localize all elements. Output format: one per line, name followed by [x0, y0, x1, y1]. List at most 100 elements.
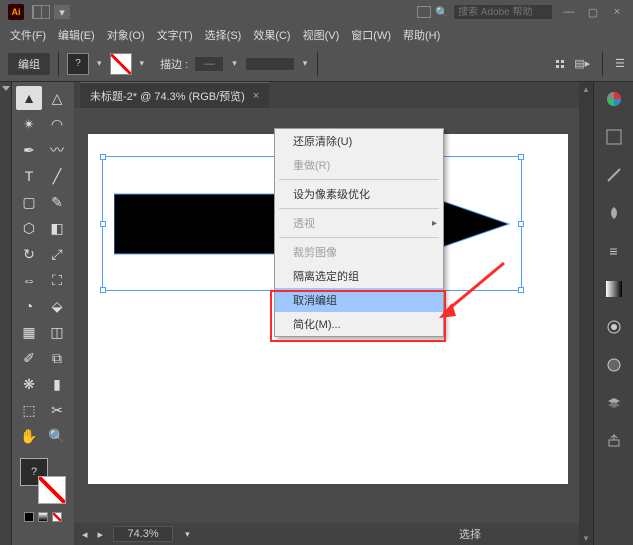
stroke-swatch[interactable]: [110, 53, 132, 75]
zoom-dropdown[interactable]: ▾: [183, 529, 192, 540]
title-bar: Ai ▾ 🔍 — ▢ ×: [0, 0, 633, 24]
align-panel-icon[interactable]: ▤▸: [574, 57, 590, 70]
document-tab[interactable]: 未标题-2* @ 74.3% (RGB/预览) ×: [80, 82, 269, 108]
workspace-icon[interactable]: [32, 5, 50, 19]
type-tool[interactable]: T: [16, 164, 42, 188]
panel-options-icon[interactable]: [556, 60, 564, 68]
direct-selection-tool[interactable]: △: [44, 86, 70, 110]
color-mode-none[interactable]: [52, 512, 62, 522]
menu-view[interactable]: 视图(V): [299, 25, 344, 45]
handle-mid-right[interactable]: [518, 221, 524, 227]
menu-edit[interactable]: 编辑(E): [54, 25, 99, 45]
column-graph-tool[interactable]: ▮: [44, 372, 70, 396]
gradient-panel-icon[interactable]: [603, 278, 625, 300]
panel-menu-icon[interactable]: ☰: [615, 57, 625, 70]
ctx-simplify[interactable]: 简化(M)...: [275, 312, 443, 336]
menu-window[interactable]: 窗口(W): [347, 25, 395, 45]
line-tool[interactable]: ╱: [44, 164, 70, 188]
shape-builder-tool[interactable]: ◔: [16, 294, 42, 318]
free-transform-tool[interactable]: ⛶: [44, 268, 70, 292]
handle-top-left[interactable]: [100, 154, 106, 160]
paintbrush-tool[interactable]: ✎: [44, 190, 70, 214]
symbols-panel-icon[interactable]: [603, 202, 625, 224]
close-button[interactable]: ×: [609, 6, 625, 19]
eyedropper-tool[interactable]: ✐: [16, 346, 42, 370]
stroke-dropdown[interactable]: ▾: [138, 58, 147, 69]
handle-top-right[interactable]: [518, 154, 524, 160]
menu-type[interactable]: 文字(T): [153, 25, 197, 45]
shaper-tool[interactable]: ⬡: [16, 216, 42, 240]
color-panel-icon[interactable]: [603, 88, 625, 110]
transparency-panel-icon[interactable]: [603, 316, 625, 338]
annotation-arrow: [434, 258, 514, 328]
width-tool[interactable]: ⇔: [16, 268, 42, 292]
menu-object[interactable]: 对象(O): [103, 25, 149, 45]
handle-bot-right[interactable]: [518, 287, 524, 293]
symbol-sprayer-tool[interactable]: ❋: [16, 372, 42, 396]
canvas-area[interactable]: 还原清除(U) 重做(R) 设为像素级优化 透视 裁剪图像 隔离选定的组 取消编…: [74, 108, 579, 523]
menu-help[interactable]: 帮助(H): [399, 25, 444, 45]
document-tab-row: 未标题-2* @ 74.3% (RGB/预览) ×: [74, 82, 579, 108]
workspace-dropdown[interactable]: ▾: [54, 5, 70, 19]
swatches-panel-icon[interactable]: [603, 126, 625, 148]
stroke-panel-icon[interactable]: ≡: [603, 240, 625, 262]
hand-tool[interactable]: ✋: [16, 424, 42, 448]
zoom-prev-icon[interactable]: ◂: [82, 528, 88, 541]
asset-export-panel-icon[interactable]: [603, 430, 625, 452]
layers-panel-icon[interactable]: [603, 392, 625, 414]
fill-swatch[interactable]: ?: [67, 53, 89, 75]
stroke-box[interactable]: [38, 476, 66, 504]
selection-tool[interactable]: ▲: [16, 86, 42, 110]
eraser-tool[interactable]: ◧: [44, 216, 70, 240]
fill-stroke-control[interactable]: ?: [20, 458, 66, 504]
search-icon[interactable]: 🔍: [435, 6, 449, 19]
status-tool-label: 选择: [459, 526, 481, 542]
scale-tool[interactable]: ⤢: [44, 242, 70, 266]
ctx-ungroup[interactable]: 取消编组: [275, 288, 443, 312]
magic-wand-tool[interactable]: ✴: [16, 112, 42, 136]
color-mode-gradient[interactable]: [38, 512, 48, 522]
ctx-pixel-perfect[interactable]: 设为像素级优化: [275, 182, 443, 206]
artboard-tool[interactable]: ⬚: [16, 398, 42, 422]
left-gutter[interactable]: [0, 82, 12, 545]
lasso-tool[interactable]: ◠: [44, 112, 70, 136]
color-mode-solid[interactable]: [24, 512, 34, 522]
brushes-panel-icon[interactable]: [603, 164, 625, 186]
rectangle-tool[interactable]: ▢: [16, 190, 42, 214]
blend-tool[interactable]: ⧉: [44, 346, 70, 370]
mesh-tool[interactable]: ▦: [16, 320, 42, 344]
app-logo: Ai: [8, 4, 24, 20]
search-input[interactable]: [453, 4, 553, 20]
appearance-panel-icon[interactable]: [603, 354, 625, 376]
menu-select[interactable]: 选择(S): [201, 25, 246, 45]
stroke-weight-input[interactable]: —: [194, 56, 224, 72]
pen-tool[interactable]: ✒: [16, 138, 42, 162]
curvature-tool[interactable]: 〰: [44, 138, 70, 162]
handle-bot-left[interactable]: [100, 287, 106, 293]
rotate-tool[interactable]: ↻: [16, 242, 42, 266]
gradient-tool[interactable]: ◫: [44, 320, 70, 344]
minimize-button[interactable]: —: [561, 6, 577, 19]
stroke-weight-dropdown[interactable]: ▾: [230, 58, 239, 69]
maximize-button[interactable]: ▢: [585, 6, 601, 19]
close-tab-icon[interactable]: ×: [253, 90, 259, 102]
zoom-level[interactable]: 74.3%: [113, 526, 173, 542]
menu-bar: 文件(F) 编辑(E) 对象(O) 文字(T) 选择(S) 效果(C) 视图(V…: [0, 24, 633, 46]
menu-file[interactable]: 文件(F): [6, 25, 50, 45]
vertical-scrollbar[interactable]: ▲ ▼: [579, 82, 593, 545]
zoom-tool[interactable]: 🔍: [44, 424, 70, 448]
perspective-tool[interactable]: ⬙: [44, 294, 70, 318]
stroke-style-dropdown[interactable]: [245, 57, 295, 71]
status-bar: ◂ ▸ 74.3% ▾ 选择: [74, 523, 579, 545]
menu-effect[interactable]: 效果(C): [249, 25, 294, 45]
handle-mid-left[interactable]: [100, 221, 106, 227]
zoom-next-icon[interactable]: ▸: [98, 528, 104, 541]
slice-tool[interactable]: ✂: [44, 398, 70, 422]
stroke-label: 描边 :: [160, 56, 188, 72]
scroll-down-icon[interactable]: ▼: [579, 531, 593, 545]
fill-dropdown[interactable]: ▾: [95, 58, 104, 69]
ctx-isolate-group[interactable]: 隔离选定的组: [275, 264, 443, 288]
doc-layout-icon[interactable]: [417, 6, 431, 18]
scroll-up-icon[interactable]: ▲: [579, 82, 593, 96]
ctx-undo[interactable]: 还原清除(U): [275, 129, 443, 153]
